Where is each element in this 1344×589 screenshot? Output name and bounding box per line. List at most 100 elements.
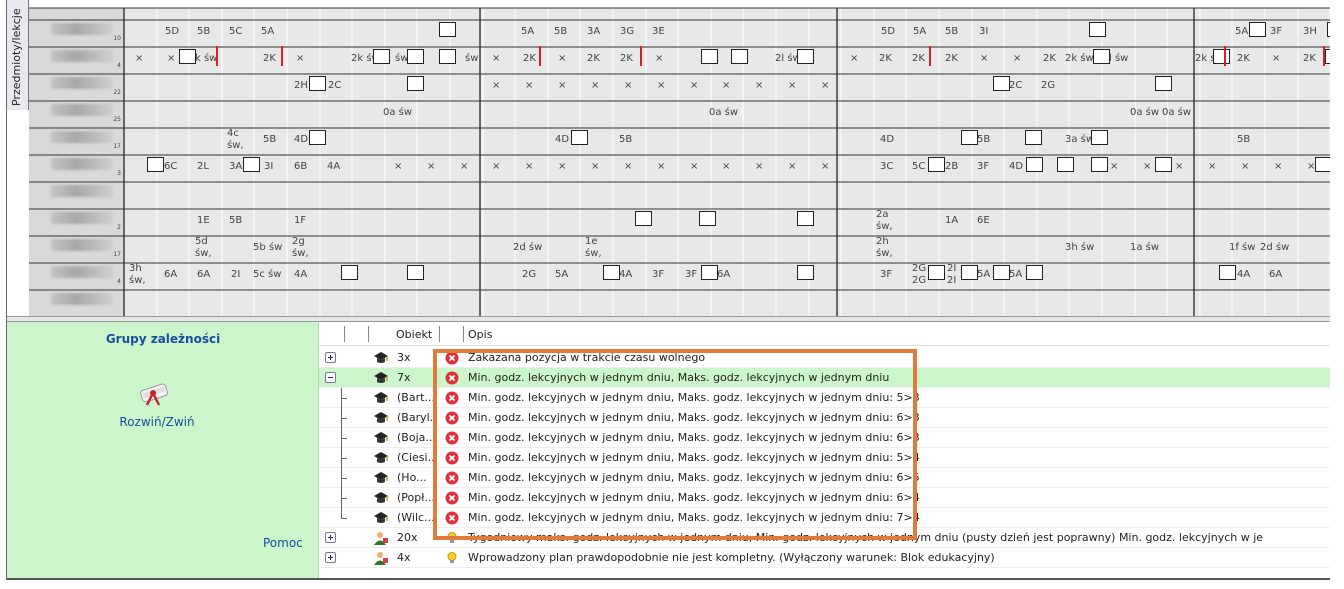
cell-blocked-mark[interactable]: × xyxy=(1175,161,1183,172)
lesson-cell[interactable]: 2G xyxy=(1041,80,1055,91)
cell-blocked-mark[interactable]: × xyxy=(558,80,566,91)
empty-slot-box[interactable] xyxy=(1249,22,1266,37)
lesson-cell[interactable]: 3F xyxy=(652,269,664,280)
lesson-cell[interactable]: 2I xyxy=(947,263,956,274)
lesson-cell[interactable]: św, xyxy=(585,248,602,259)
cell-blocked-mark[interactable]: × xyxy=(558,161,566,172)
lesson-cell[interactable]: 6B xyxy=(294,161,307,172)
lesson-cell[interactable]: św, xyxy=(129,275,146,286)
cell-blocked-mark[interactable]: × xyxy=(394,161,402,172)
lesson-cell[interactable]: 1a św xyxy=(1130,242,1159,253)
cell-blocked-mark[interactable]: × xyxy=(821,80,829,91)
lesson-cell[interactable]: 5B xyxy=(977,134,990,145)
lesson-cell[interactable]: 3F xyxy=(685,269,697,280)
header-separator[interactable] xyxy=(368,326,369,342)
lesson-cell[interactable]: 5B xyxy=(945,26,958,37)
conflict-group-row[interactable]: 20x Tygodniowy maks. godz. lekcyjnych w j… xyxy=(319,528,1335,548)
lesson-cell[interactable]: św, xyxy=(195,248,212,259)
lesson-cell[interactable]: 5d xyxy=(195,236,208,247)
lesson-cell[interactable]: św, xyxy=(227,140,244,151)
empty-slot-box[interactable] xyxy=(701,265,718,280)
empty-slot-box[interactable] xyxy=(147,157,164,172)
cell-blocked-mark[interactable]: × xyxy=(788,80,796,91)
lesson-cell[interactable]: 3h xyxy=(129,263,142,274)
cell-blocked-mark[interactable]: × xyxy=(624,161,632,172)
lesson-cell[interactable]: 5A xyxy=(521,26,534,37)
lesson-cell[interactable]: 2G xyxy=(912,263,926,274)
lesson-cell[interactable]: 6A xyxy=(197,269,210,280)
lesson-cell[interactable]: św xyxy=(465,53,478,64)
cell-blocked-mark[interactable]: × xyxy=(655,53,663,64)
lesson-cell[interactable]: 2k św xyxy=(1065,53,1094,64)
cell-blocked-mark[interactable]: × xyxy=(624,80,632,91)
lesson-cell[interactable]: 2K xyxy=(620,53,633,64)
cell-blocked-mark[interactable]: × xyxy=(167,53,175,64)
lesson-cell[interactable]: 5A xyxy=(555,269,568,280)
cell-blocked-mark[interactable]: × xyxy=(1241,161,1249,172)
lesson-cell[interactable]: 2L xyxy=(197,161,209,172)
cell-blocked-mark[interactable]: × xyxy=(1110,161,1118,172)
lesson-cell[interactable]: 4A xyxy=(1237,269,1250,280)
cell-blocked-mark[interactable]: × xyxy=(821,161,829,172)
lesson-cell[interactable]: 6E xyxy=(977,215,990,226)
lesson-cell[interactable]: k św xyxy=(195,53,217,64)
empty-slot-box[interactable] xyxy=(1093,49,1110,64)
empty-slot-box[interactable] xyxy=(1026,265,1043,280)
lesson-cell[interactable]: 5B xyxy=(263,134,276,145)
cell-blocked-mark[interactable]: × xyxy=(296,53,304,64)
empty-slot-box[interactable] xyxy=(341,265,358,280)
lesson-cell[interactable]: 3I xyxy=(264,161,273,172)
lesson-cell[interactable]: 1f św xyxy=(1229,242,1255,253)
lesson-cell[interactable]: 2K xyxy=(263,53,276,64)
lesson-cell[interactable]: 0a św xyxy=(383,107,412,118)
row-label[interactable] xyxy=(31,287,121,313)
empty-slot-box[interactable] xyxy=(1213,49,1230,64)
lesson-cell[interactable]: 4A xyxy=(294,269,307,280)
row-label[interactable]: 4 xyxy=(31,44,121,70)
header-object[interactable]: Obiekt xyxy=(396,328,432,341)
cell-blocked-mark[interactable]: × xyxy=(850,53,858,64)
lesson-cell[interactable]: 6A xyxy=(717,269,730,280)
lesson-cell[interactable]: 3C xyxy=(880,161,893,172)
lesson-cell[interactable]: l św xyxy=(1109,53,1128,64)
subjects-lessons-tab[interactable]: Przedmioty/lekcje xyxy=(7,0,29,110)
cell-blocked-mark[interactable]: × xyxy=(690,80,698,91)
lesson-cell[interactable]: 4D xyxy=(1009,161,1023,172)
empty-slot-box[interactable] xyxy=(928,157,945,172)
conflict-group-row[interactable]: 3x Zakazana pozycja w trakcie czasu wolne… xyxy=(319,348,1335,368)
lesson-cell[interactable]: 5A xyxy=(913,26,926,37)
collapse-button[interactable] xyxy=(325,372,336,383)
conflict-child-row[interactable]: (Ciesi... Min. godz. lekcyjnych w jednym … xyxy=(319,448,1335,468)
cell-blocked-mark[interactable]: × xyxy=(1208,161,1216,172)
lesson-cell[interactable]: 2K xyxy=(523,53,536,64)
cell-blocked-mark[interactable]: × xyxy=(1272,53,1280,64)
conflict-child-row[interactable]: (Wilc... Min. godz. lekcyjnych w jednym d… xyxy=(319,508,1335,528)
lesson-cell[interactable]: 2K xyxy=(945,53,958,64)
empty-slot-box[interactable] xyxy=(699,211,716,226)
conflict-child-row[interactable]: (Bart... Min. godz. lekcyjnych w jednym d… xyxy=(319,388,1335,408)
empty-slot-box[interactable] xyxy=(603,265,620,280)
empty-slot-box[interactable] xyxy=(993,76,1010,91)
conflict-child-row[interactable]: (Popł... Min. godz. lekcyjnych w jednym d… xyxy=(319,488,1335,508)
empty-slot-box[interactable] xyxy=(1026,157,1043,172)
lesson-cell[interactable]: 2K xyxy=(1237,53,1250,64)
empty-slot-box[interactable] xyxy=(797,265,814,280)
header-description[interactable]: Opis xyxy=(468,328,492,341)
lesson-cell[interactable]: 5A xyxy=(977,269,990,280)
lesson-cell[interactable]: 6A xyxy=(1269,269,1282,280)
empty-slot-box[interactable] xyxy=(701,49,718,64)
cell-blocked-mark[interactable]: × xyxy=(525,161,533,172)
lesson-cell[interactable]: 1E xyxy=(197,215,210,226)
expand-button[interactable] xyxy=(325,532,336,543)
lesson-cell[interactable]: 5A xyxy=(1235,26,1248,37)
lesson-cell[interactable]: 5B xyxy=(1237,134,1250,145)
empty-slot-box[interactable] xyxy=(993,265,1010,280)
header-separator[interactable] xyxy=(344,326,345,342)
lesson-cell[interactable]: 5A xyxy=(1009,269,1022,280)
empty-slot-box[interactable] xyxy=(407,265,424,280)
row-label[interactable]: 25 xyxy=(31,98,121,124)
empty-slot-box[interactable] xyxy=(407,49,424,64)
cell-blocked-mark[interactable]: × xyxy=(558,53,566,64)
lesson-cell[interactable]: 0a św xyxy=(709,107,738,118)
row-label[interactable]: 17 xyxy=(31,233,121,259)
